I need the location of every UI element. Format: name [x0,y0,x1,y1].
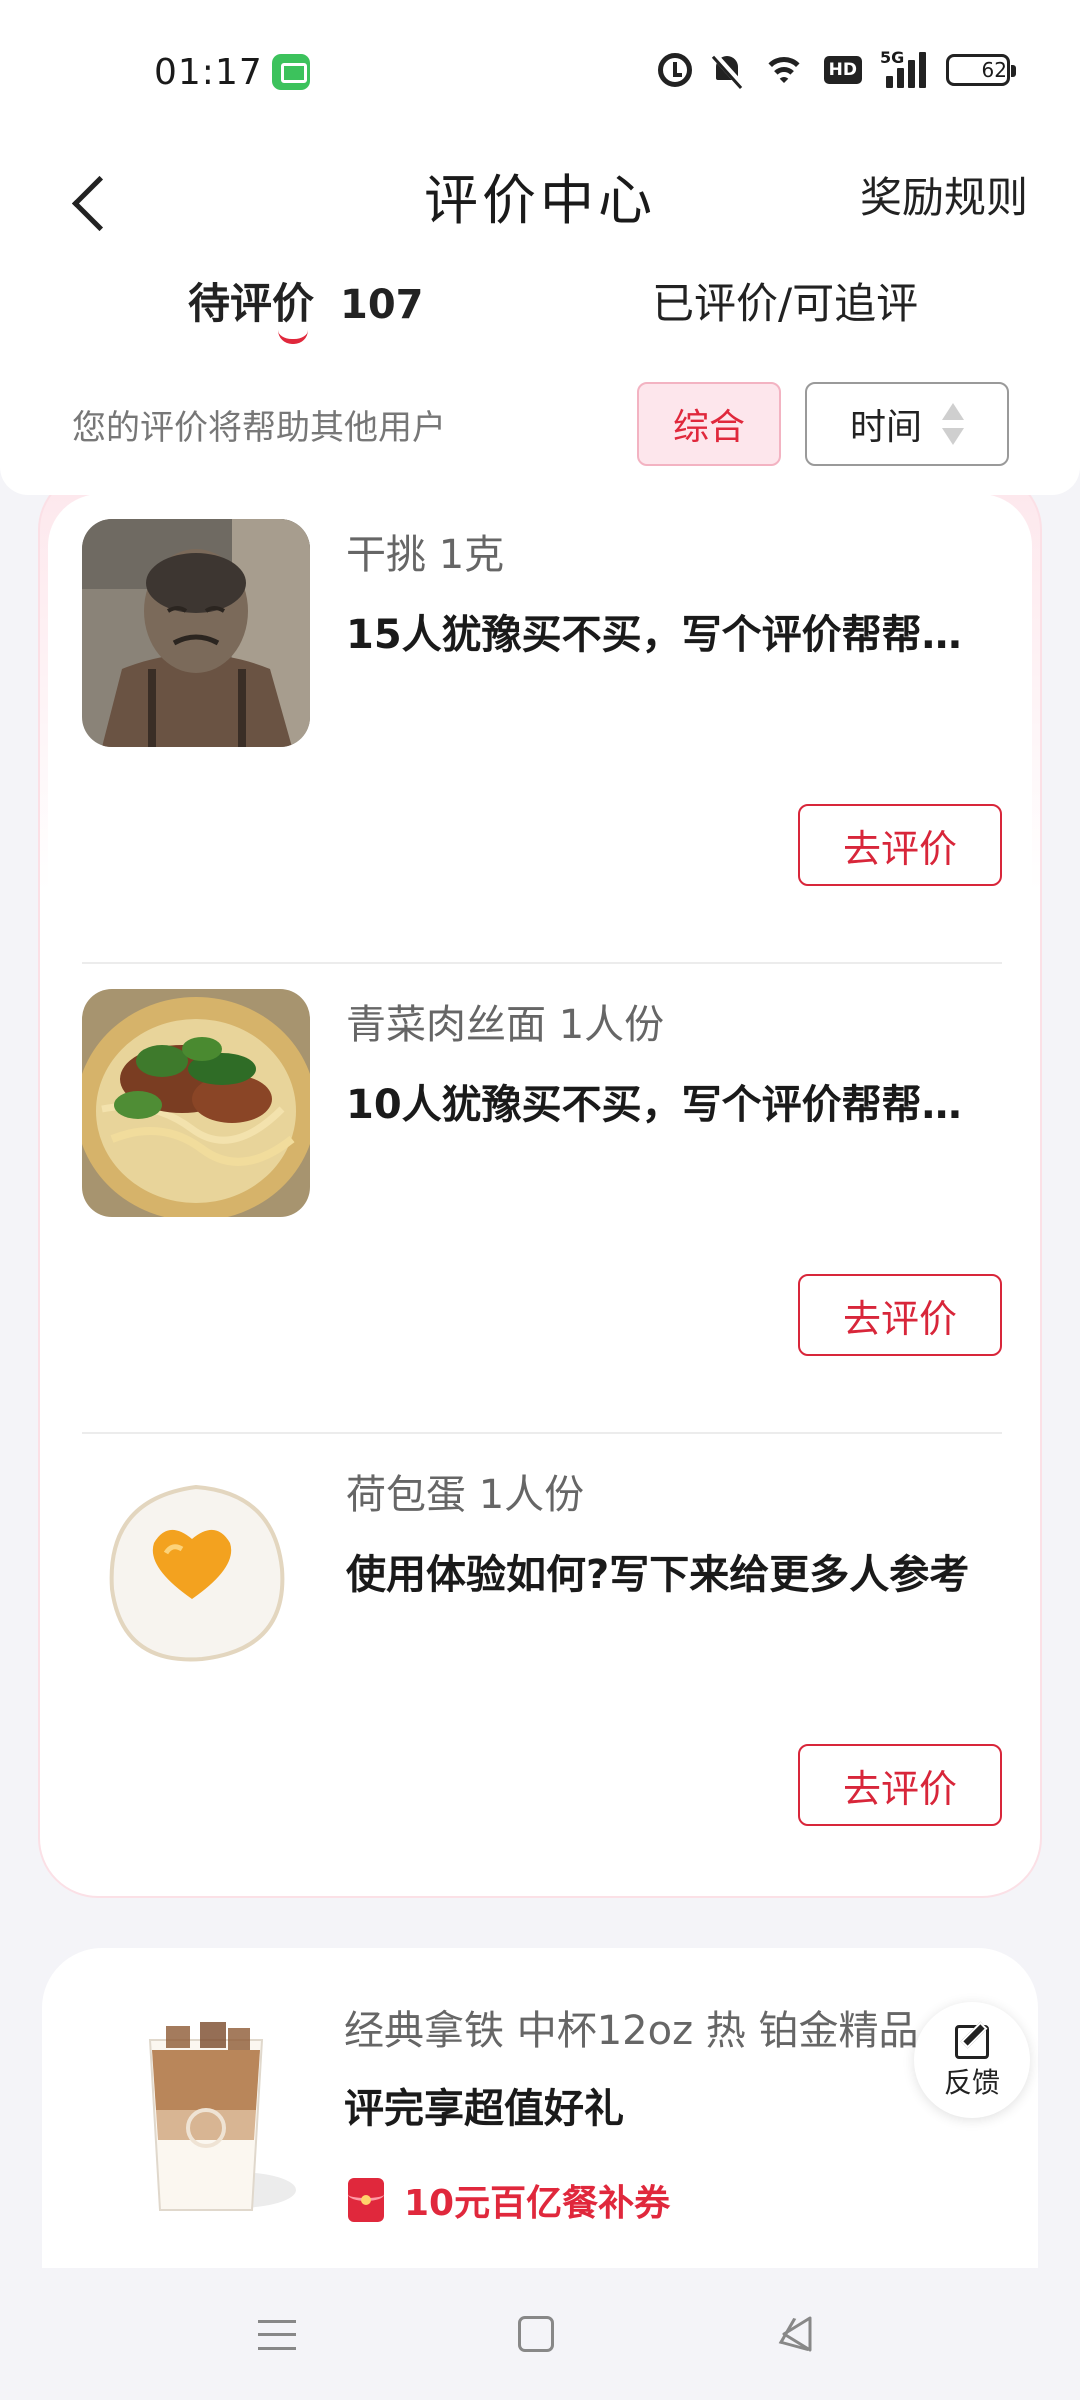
status-bar: 01:17 HD 5G 62 [0,0,1080,140]
active-tab-indicator [278,330,308,344]
product-prompt: 15人犹豫买不买，写个评价帮帮他们吧 [346,612,976,658]
tab-pending-count: 107 [340,282,424,328]
status-icons: HD 5G 62 [657,48,1016,92]
coupon-text: 10元百亿餐补券 [404,2183,671,2224]
alarm-icon [657,53,692,87]
tab-reviewed[interactable]: 已评价/可追评 [652,270,918,331]
product-prompt: 10人犹豫买不买，写个评价帮帮他们吧 [346,1082,976,1128]
list-item: 干挑 1克 15人犹豫买不买，写个评价帮帮他们吧 去评价 [48,494,1032,964]
write-review-button[interactable]: 去评价 [798,1274,1002,1356]
menu-icon[interactable] [258,2320,296,2350]
status-time: 01:17 [154,52,263,93]
product-name: 荷包蛋 1人份 [346,1472,585,1518]
product-name: 经典拿铁 中杯12oz 热 铂金精品 [344,2008,919,2054]
hd-icon: HD [823,56,862,84]
header: 评价中心 奖励规则 待评价 107 已评价/可追评 您的评价将帮助其他用户 综合… [0,140,1080,495]
tab-pending-review[interactable]: 待评价 107 [188,270,424,331]
wifi-icon [761,53,806,87]
feedback-button[interactable]: 反馈 [914,2002,1030,2118]
system-nav-bar [0,2268,1080,2400]
list-item: 荷包蛋 1人份 使用体验如何?写下来给更多人参考 去评价 [48,1434,1032,1904]
battery-percent: 62 [981,58,1007,82]
sort-time-button[interactable]: 时间 [805,382,1009,466]
home-icon[interactable] [518,2316,554,2352]
product-image[interactable] [82,1459,310,1687]
sort-time-label: 时间 [849,407,922,448]
product-prompt: 使用体验如何?写下来给更多人参考 [346,1552,970,1598]
sort-arrows-icon [942,401,964,447]
product-image[interactable] [82,989,310,1217]
tab-pending-label: 待评价 [188,279,315,328]
reward-prompt: 评完享超值好礼 [344,2086,624,2132]
tab-bar: 待评价 107 已评价/可追评 [0,270,1080,344]
message-notification-icon [272,54,310,90]
red-envelope-icon [348,2178,384,2222]
battery-icon: 62 [946,54,1016,86]
product-image[interactable] [116,2010,296,2220]
product-name: 干挑 1克 [346,532,505,578]
write-review-button[interactable]: 去评价 [798,1744,1002,1826]
feedback-label: 反馈 [943,2066,1000,2099]
product-image[interactable] [82,519,310,747]
review-hint: 您的评价将帮助其他用户 [72,408,446,448]
reward-review-card: 经典拿铁 中杯12oz 热 铂金精品 评完享超值好礼 10元百亿餐补券 [42,1948,1038,2268]
back-triangle-icon[interactable] [778,2314,814,2354]
list-item: 青菜肉丝面 1人份 10人犹豫买不买，写个评价帮帮他们吧 去评价 [48,964,1032,1434]
pending-review-list: 干挑 1克 15人犹豫买不买，写个评价帮帮他们吧 去评价 青菜肉丝面 1人份 1… [38,470,1042,1898]
coupon-badge: 10元百亿餐补券 [348,2174,670,2226]
mute-icon [710,52,744,88]
reward-rules-link[interactable]: 奖励规则 [860,164,1028,225]
sort-general-button[interactable]: 综合 [637,382,781,466]
product-name: 青菜肉丝面 1人份 [346,1002,665,1048]
write-review-button[interactable]: 去评价 [798,804,1002,886]
edit-icon [953,2019,991,2059]
signal-icon: 5G [880,48,928,88]
